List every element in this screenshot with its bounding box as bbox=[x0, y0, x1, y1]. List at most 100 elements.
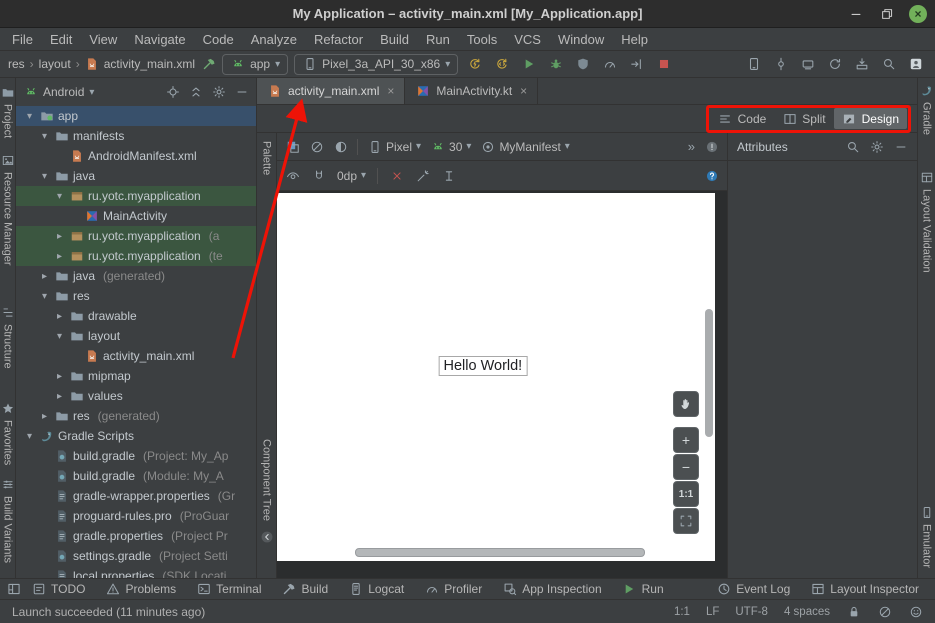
tree-item-local-properties[interactable]: local.properties(SDK Locati bbox=[16, 566, 256, 578]
run-config-selector[interactable]: app ▾ bbox=[222, 54, 288, 75]
menu-build[interactable]: Build bbox=[380, 32, 409, 47]
settings-icon[interactable] bbox=[211, 85, 226, 100]
menu-edit[interactable]: Edit bbox=[50, 32, 72, 47]
toolwindow-profiler[interactable]: Profiler bbox=[414, 582, 492, 597]
tree-item-gradle-properties[interactable]: gradle.properties(Project Pr bbox=[16, 526, 256, 546]
chevron-right-icon[interactable]: ▸ bbox=[39, 411, 50, 422]
menu-vcs[interactable]: VCS bbox=[514, 32, 541, 47]
design-surface[interactable]: Hello World! + − 1:1 bbox=[277, 191, 727, 578]
profiler-icon[interactable] bbox=[599, 53, 621, 75]
coverage-icon[interactable] bbox=[572, 53, 594, 75]
device-manager-icon[interactable] bbox=[743, 53, 765, 75]
chevron-right-icon[interactable]: ▸ bbox=[39, 271, 50, 282]
tool-button-gradle[interactable]: Gradle bbox=[920, 84, 933, 135]
tab-activity-main-xml[interactable]: activity_main.xml× bbox=[257, 78, 405, 104]
menu-navigate[interactable]: Navigate bbox=[134, 32, 185, 47]
menu-window[interactable]: Window bbox=[558, 32, 604, 47]
line-separator-indicator[interactable]: LF bbox=[706, 606, 719, 618]
toolwindow-logcat[interactable]: Logcat bbox=[338, 582, 414, 597]
toolwindow-problems[interactable]: Problems bbox=[95, 582, 186, 597]
tool-button-structure[interactable]: Structure bbox=[1, 306, 14, 369]
hello-world-textview[interactable]: Hello World! bbox=[439, 356, 528, 376]
toolwindow-terminal[interactable]: Terminal bbox=[186, 582, 271, 597]
align-icon[interactable] bbox=[441, 168, 456, 183]
chevron-right-icon[interactable]: ▸ bbox=[54, 231, 65, 242]
apply-code-changes-icon[interactable] bbox=[491, 53, 513, 75]
indent-indicator[interactable]: 4 spaces bbox=[784, 606, 830, 618]
menu-run[interactable]: Run bbox=[426, 32, 450, 47]
chevron-down-icon[interactable]: ▾ bbox=[54, 191, 65, 202]
tab-mainactivity-kt[interactable]: MainActivity.kt× bbox=[405, 78, 538, 104]
zoom-out-button[interactable]: − bbox=[673, 454, 699, 480]
highlighting-level-icon[interactable] bbox=[877, 604, 892, 619]
tree-item-settings-gradle[interactable]: settings.gradle(Project Setti bbox=[16, 546, 256, 566]
tool-window-switcher-icon[interactable] bbox=[6, 582, 21, 597]
tree-item-drawable[interactable]: ▸drawable bbox=[16, 306, 256, 326]
tree-item-mainactivity[interactable]: MainActivity bbox=[16, 206, 256, 226]
tree-item-gradle-wrapper-properties[interactable]: gradle-wrapper.properties(Gr bbox=[16, 486, 256, 506]
toolwindow-event-log[interactable]: Event Log bbox=[706, 582, 800, 597]
chevron-down-icon[interactable]: ▾ bbox=[24, 111, 35, 122]
breadcrumb-item-layout[interactable]: layout bbox=[39, 57, 71, 71]
chevron-right-icon[interactable]: ▸ bbox=[54, 251, 65, 262]
breadcrumb-item-activity-main-xml[interactable]: activity_main.xml bbox=[104, 57, 195, 71]
chevron-right-icon[interactable]: ▸ bbox=[54, 311, 65, 322]
palette-tab[interactable]: Palette bbox=[261, 141, 273, 175]
sync-gradle-icon[interactable] bbox=[824, 53, 846, 75]
tree-item-ru-yotc-myapplication[interactable]: ▸ru.yotc.myapplication(te bbox=[16, 246, 256, 266]
tree-item-build-gradle[interactable]: build.gradle(Project: My_Ap bbox=[16, 446, 256, 466]
infer-constraints-icon[interactable] bbox=[415, 168, 430, 183]
hide-icon[interactable] bbox=[234, 85, 249, 100]
breadcrumb-item-res[interactable]: res bbox=[8, 57, 25, 71]
menu-tools[interactable]: Tools bbox=[467, 32, 497, 47]
search-everywhere-icon[interactable] bbox=[878, 53, 900, 75]
attach-debugger-icon[interactable] bbox=[626, 53, 648, 75]
hide-panel-icon[interactable] bbox=[893, 139, 908, 154]
tree-item-androidmanifest-xml[interactable]: AndroidManifest.xml bbox=[16, 146, 256, 166]
render-issues-icon[interactable] bbox=[704, 139, 719, 154]
collapse-all-icon[interactable] bbox=[188, 85, 203, 100]
tree-item-res[interactable]: ▾res bbox=[16, 286, 256, 306]
menu-refactor[interactable]: Refactor bbox=[314, 32, 363, 47]
make-project-icon[interactable] bbox=[201, 57, 216, 72]
tool-button-build-variants[interactable]: Build Variants bbox=[1, 478, 14, 563]
run-icon[interactable] bbox=[518, 53, 540, 75]
tree-item-app[interactable]: ▾app bbox=[16, 106, 256, 126]
horizontal-scrollbar[interactable] bbox=[355, 548, 645, 557]
mode-code[interactable]: Code bbox=[710, 108, 775, 129]
toolwindow-build[interactable]: Build bbox=[272, 582, 339, 597]
zoom-in-button[interactable]: + bbox=[673, 427, 699, 453]
tree-item-java[interactable]: ▾java bbox=[16, 166, 256, 186]
tree-item-res[interactable]: ▸res(generated) bbox=[16, 406, 256, 426]
chevron-down-icon[interactable]: ▾ bbox=[24, 431, 35, 442]
toolwindow-run[interactable]: Run bbox=[612, 582, 674, 597]
tool-button-resource-manager[interactable]: Resource Manager bbox=[1, 154, 14, 266]
tree-item-proguard-rules-pro[interactable]: proguard-rules.pro(ProGuar bbox=[16, 506, 256, 526]
view-options-icon[interactable] bbox=[285, 168, 300, 183]
zoom-to-fit-icon[interactable] bbox=[673, 508, 699, 534]
chevron-down-icon[interactable]: ▾ bbox=[39, 171, 50, 182]
default-margin-button[interactable]: 0dp ▾ bbox=[337, 169, 366, 183]
mode-design[interactable]: Design bbox=[834, 108, 907, 129]
locate-icon[interactable] bbox=[165, 85, 180, 100]
help-icon[interactable] bbox=[704, 168, 719, 183]
autoconnect-icon[interactable] bbox=[311, 168, 326, 183]
tree-item-gradle-scripts[interactable]: ▾Gradle Scripts bbox=[16, 426, 256, 446]
encoding-indicator[interactable]: UTF-8 bbox=[735, 606, 768, 618]
minimize-icon[interactable] bbox=[847, 5, 865, 23]
close-icon[interactable]: × bbox=[387, 84, 394, 98]
tool-button-favorites[interactable]: Favorites bbox=[1, 402, 14, 465]
git-commit-icon[interactable] bbox=[770, 53, 792, 75]
clear-constraints-icon[interactable] bbox=[389, 168, 404, 183]
lock-icon[interactable] bbox=[846, 604, 861, 619]
zoom-reset-button[interactable]: 1:1 bbox=[673, 481, 699, 507]
overflow-icon[interactable]: » bbox=[688, 139, 695, 154]
tool-button-emulator[interactable]: Emulator bbox=[920, 506, 933, 568]
theme-menu[interactable]: MyManifest ▾ bbox=[480, 139, 569, 154]
toolwindow-layout-inspector[interactable]: Layout Inspector bbox=[800, 582, 929, 597]
tree-item-activity-main-xml[interactable]: activity_main.xml bbox=[16, 346, 256, 366]
menu-file[interactable]: File bbox=[12, 32, 33, 47]
tree-item-ru-yotc-myapplication[interactable]: ▸ru.yotc.myapplication(a bbox=[16, 226, 256, 246]
design-surface-mode-icon[interactable] bbox=[285, 139, 300, 154]
menu-view[interactable]: View bbox=[89, 32, 117, 47]
